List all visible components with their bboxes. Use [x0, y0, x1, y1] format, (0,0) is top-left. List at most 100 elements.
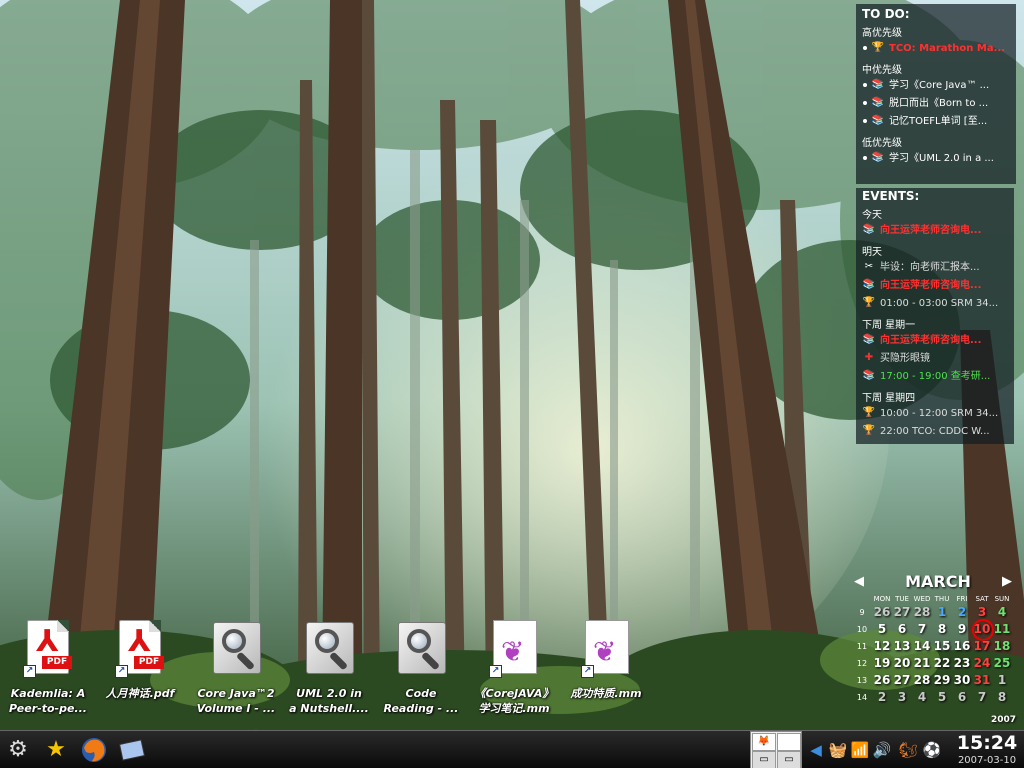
calendar-day[interactable]: 16 [952, 638, 972, 655]
clock-date: 2007-03-10 [957, 755, 1017, 766]
todo-item[interactable]: 🏆 TCO: Marathon Ma... [862, 41, 1010, 59]
calendar-day[interactable]: 31 [972, 672, 992, 689]
desktop-icon-mythical-man-month[interactable]: ⅄ PDF ↗ 人月神话.pdf [94, 620, 186, 722]
calendar-day[interactable]: 27 [892, 672, 912, 689]
clock-time[interactable]: 15:24 [950, 732, 1024, 755]
desktop-icon-uml-nutshell[interactable]: UML 2.0 in a Nutshell.... [283, 620, 375, 722]
calendar-day[interactable]: 5 [932, 689, 952, 706]
sound-icon[interactable]: 🔊 [872, 740, 892, 760]
firefox-window-icon[interactable]: 🦊 [752, 733, 776, 751]
shortcut-arrow-icon: ↗ [489, 665, 502, 678]
event-item[interactable]: 🏆 22:00 TCO: CDDC W... [862, 424, 1008, 442]
calendar-day[interactable]: 8 [932, 621, 952, 638]
calendar-day[interactable]: 15 [932, 638, 952, 655]
window-thumb-icon[interactable]: ▭ [777, 751, 801, 768]
trophy-icon: 🏆 [862, 297, 876, 308]
window-list-pager[interactable]: 🦊 ▭ ▭ [750, 731, 802, 768]
calendar-day[interactable]: 24 [972, 655, 992, 672]
calendar-day[interactable]: 3 [892, 689, 912, 706]
volume-arrow-icon[interactable]: ◀ [806, 740, 826, 760]
desktop-icon-corejava-notes[interactable]: ❦ ↗ 《CoreJAVA》 学习笔记.mm [468, 620, 560, 722]
desktop-icon-success-traits[interactable]: ❦ ↗ 成功特质.mm [560, 620, 652, 722]
calendar-day[interactable]: 1 [992, 672, 1012, 689]
calendar-day[interactable]: 1 [932, 604, 952, 621]
calendar-day[interactable]: 18 [992, 638, 1012, 655]
window-thumb-icon[interactable]: ▭ [752, 751, 776, 768]
calendar-day[interactable]: 6 [952, 689, 972, 706]
calendar-widget: ◀ MARCH ▶ MON TUE WED THU FRI SAT SUN 92… [852, 570, 1024, 730]
calendar-day[interactable]: 28 [912, 672, 932, 689]
calendar-day[interactable]: 13 [892, 638, 912, 655]
event-item[interactable]: 📚 向王运萍老师咨询电... [862, 333, 1008, 351]
calendar-day[interactable]: 29 [932, 672, 952, 689]
firefox-icon[interactable] [78, 734, 110, 766]
event-item[interactable]: ✚ 买隐形眼镜 [862, 351, 1008, 369]
search-document-icon [396, 620, 446, 678]
events-title: EVENTS: [862, 189, 920, 203]
calendar-day[interactable]: 5 [872, 621, 892, 638]
calendar-day[interactable]: 25 [992, 655, 1012, 672]
mindmap-icon: ❦ ↗ [489, 620, 539, 678]
event-item[interactable]: 🏆 01:00 - 03:00 SRM 34... [862, 296, 1008, 314]
calendar-week-row: 9 26 27 28 1 2 3 4 [852, 604, 1024, 621]
network-icon[interactable]: 📶 [850, 740, 870, 760]
calendar-day[interactable]: 23 [952, 655, 972, 672]
calendar-day[interactable]: 4 [912, 689, 932, 706]
calendar-day[interactable]: 21 [912, 655, 932, 672]
shortcut-arrow-icon: ↗ [581, 665, 594, 678]
weekday-label: FRI [956, 595, 968, 603]
book-icon: 📚 [871, 115, 885, 126]
calendar-day[interactable]: 9 [952, 621, 972, 638]
todo-item[interactable]: 📚 学习《UML 2.0 in a ... [862, 151, 1010, 169]
calendar-next-button[interactable]: ▶ [1002, 574, 1012, 589]
desktop-icon-core-java[interactable]: Core Java™2 Volume I - ... [190, 620, 282, 722]
trophy-icon: 🏆 [862, 425, 876, 436]
todo-item[interactable]: 📚 记忆TOEFL单词 [至... [862, 114, 1010, 132]
game-icon[interactable]: ⚽ [922, 740, 942, 760]
calendar-week-row: 10 5 6 7 8 9 10 11 [852, 619, 1024, 641]
kde-menu-icon[interactable]: ⚙ [2, 734, 34, 766]
todo-item[interactable]: 📚 学习《Core Java™ ... [862, 78, 1010, 96]
calendar-day[interactable]: 11 [992, 621, 1012, 638]
pager-desktop-icon[interactable] [777, 733, 801, 751]
week-number: 13 [856, 676, 868, 685]
calendar-day[interactable]: 19 [872, 655, 892, 672]
desktop-icon-label: Code Reading - ... [383, 687, 459, 715]
calendar-day[interactable]: 22 [932, 655, 952, 672]
todo-widget: TO DO: 高优先级 🏆 TCO: Marathon Ma... 中优先级 📚 学… [856, 4, 1016, 184]
calendar-day[interactable]: 12 [872, 638, 892, 655]
mindmap-icon: ❦ ↗ [581, 620, 631, 678]
calendar-day[interactable]: 7 [912, 621, 932, 638]
calendar-day[interactable]: 30 [952, 672, 972, 689]
event-item[interactable]: 📚 17:00 - 19:00 查考研... [862, 369, 1008, 387]
book-icon: 📚 [871, 152, 885, 163]
calendar-day[interactable]: 2 [952, 604, 972, 621]
desktop-icon-code-reading[interactable]: Code Reading - ... [375, 620, 467, 722]
calendar-day[interactable]: 14 [912, 638, 932, 655]
event-item[interactable]: ✂ 毕设：向老师汇报本... [862, 260, 1008, 278]
event-item[interactable]: 📚 向王运萍老师咨询电... [862, 223, 1008, 241]
calendar-day[interactable]: 2 [872, 689, 892, 706]
desktop-icon-kademlia[interactable]: ⅄ PDF ↗ Kademlia: A Peer-to-pe... [2, 620, 94, 722]
klipper-icon[interactable]: 🐿 [898, 740, 918, 760]
todo-medium-heading: 中优先级 [862, 65, 902, 76]
calendar-day[interactable]: 26 [872, 604, 892, 621]
event-item[interactable]: 🏆 10:00 - 12:00 SRM 34... [862, 406, 1008, 424]
desktop-switch-icon[interactable] [116, 734, 148, 766]
todo-item[interactable]: 📚 脱口而出《Born to ... [862, 96, 1010, 114]
calendar-day[interactable]: 28 [912, 604, 932, 621]
calendar-prev-button[interactable]: ◀ [854, 574, 864, 589]
calendar-day[interactable]: 6 [892, 621, 912, 638]
calendar-day[interactable]: 27 [892, 604, 912, 621]
calendar-day[interactable]: 7 [972, 689, 992, 706]
book-icon: 📚 [871, 97, 885, 108]
calendar-day[interactable]: 26 [872, 672, 892, 689]
calendar-day[interactable]: 17 [972, 638, 992, 655]
calendar-day[interactable]: 4 [992, 604, 1012, 621]
basket-icon[interactable]: 🧺 [828, 740, 848, 760]
calendar-day[interactable]: 8 [992, 689, 1012, 706]
calendar-day[interactable]: 20 [892, 655, 912, 672]
star-bookmarks-icon[interactable]: ★ [40, 734, 72, 766]
event-item[interactable]: 📚 向王运萍老师咨询电... [862, 278, 1008, 296]
calendar-day[interactable]: 10 [972, 619, 994, 641]
